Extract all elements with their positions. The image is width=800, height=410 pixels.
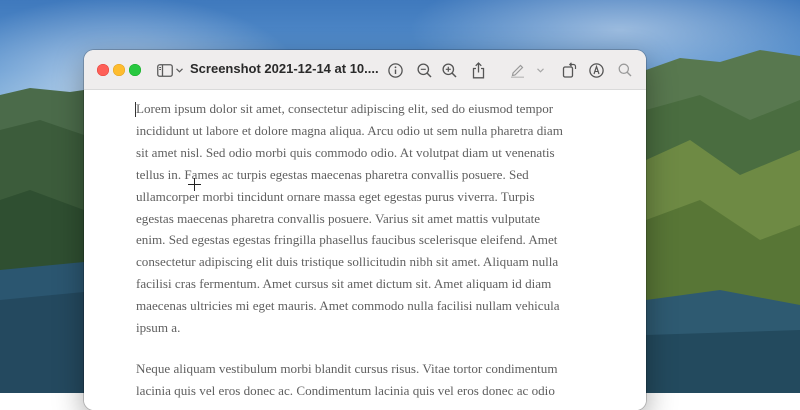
maximize-button[interactable] bbox=[129, 64, 141, 76]
markup-icon bbox=[588, 62, 604, 78]
window-title: Screenshot 2021-12-14 at 10.... bbox=[190, 61, 379, 76]
close-button[interactable] bbox=[97, 64, 109, 76]
rotate-icon bbox=[562, 62, 577, 78]
share-icon bbox=[472, 61, 485, 79]
highlight-menu-button[interactable] bbox=[533, 60, 547, 80]
chevron-down-icon bbox=[536, 67, 544, 73]
minimize-button[interactable] bbox=[113, 64, 125, 76]
zoom-in-button[interactable] bbox=[438, 60, 460, 80]
share-button[interactable] bbox=[467, 60, 489, 80]
info-icon bbox=[387, 62, 403, 78]
document-view[interactable]: Lorem ipsum dolor sit amet, consectetur … bbox=[84, 90, 646, 410]
preview-window[interactable]: Screenshot 2021-12-14 at 10.... Lorem ip… bbox=[84, 50, 646, 410]
zoom-out-button[interactable] bbox=[413, 60, 435, 80]
title-bar[interactable]: Screenshot 2021-12-14 at 10.... bbox=[84, 50, 646, 90]
zoom-out-icon bbox=[416, 62, 432, 78]
document-paragraph[interactable]: Lorem ipsum dolor sit amet, consectetur … bbox=[136, 98, 606, 339]
chevron-down-icon bbox=[176, 67, 183, 73]
info-button[interactable] bbox=[384, 60, 406, 80]
sidebar-toggle-button[interactable] bbox=[156, 60, 184, 80]
document-paragraph[interactable]: Neque aliquam vestibulum morbi blandit c… bbox=[136, 358, 606, 402]
highlight-button[interactable] bbox=[506, 60, 528, 80]
text-caret bbox=[135, 102, 136, 117]
markup-button[interactable] bbox=[585, 60, 607, 80]
rotate-button[interactable] bbox=[558, 60, 580, 80]
highlight-pen-icon bbox=[510, 62, 525, 78]
search-button[interactable] bbox=[614, 60, 636, 80]
search-icon bbox=[618, 63, 632, 77]
zoom-in-icon bbox=[441, 62, 457, 78]
sidebar-icon bbox=[157, 63, 173, 77]
crosshair-cursor-icon bbox=[188, 178, 201, 191]
